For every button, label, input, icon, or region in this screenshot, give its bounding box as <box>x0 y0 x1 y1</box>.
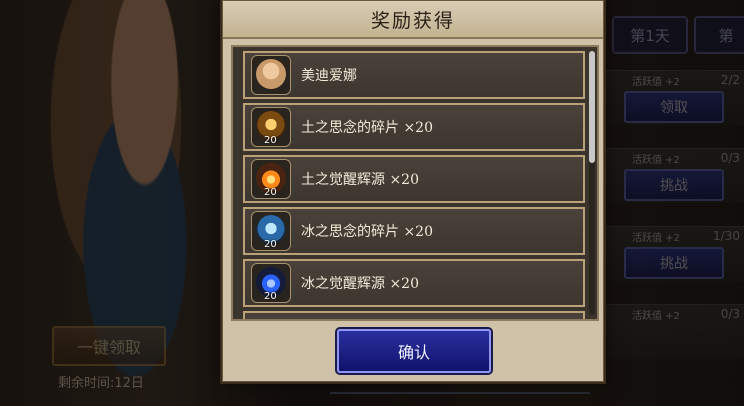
earth-flame-icon: 20 <box>251 159 291 199</box>
reward-item: 20 冰之觉醒辉源 ×20 <box>243 259 585 307</box>
reward-item: 20 土之思念的碎片 ×20 <box>243 103 585 151</box>
reward-item: 20 冰之思念的碎片 ×20 <box>243 207 585 255</box>
dialog-title: 奖励获得 <box>370 9 455 32</box>
list-scrollbar[interactable] <box>589 51 595 315</box>
reward-list[interactable]: 美迪爱娜 20 土之思念的碎片 ×20 20 土之觉醒辉源 ×20 20 冰之思… <box>231 45 599 321</box>
confirm-button[interactable]: 确认 <box>337 329 491 373</box>
reward-name: 土之觉醒辉源 ×20 <box>301 172 419 188</box>
item-quantity: 20 <box>264 135 277 146</box>
reward-name: 土之思念的碎片 ×20 <box>301 120 433 136</box>
reward-item <box>243 311 585 319</box>
dialog-header: 奖励获得 <box>223 1 603 39</box>
ice-flame-icon: 20 <box>251 263 291 303</box>
reward-name: 美迪爱娜 <box>301 68 357 84</box>
ice-shard-icon: 20 <box>251 211 291 251</box>
scrollbar-thumb[interactable] <box>589 51 595 163</box>
item-quantity: 20 <box>264 239 277 250</box>
reward-name: 冰之觉醒辉源 ×20 <box>301 276 419 292</box>
reward-item: 美迪爱娜 <box>243 51 585 99</box>
item-quantity: 20 <box>264 291 277 302</box>
earth-shard-icon: 20 <box>251 107 291 147</box>
reward-dialog: 奖励获得 美迪爱娜 20 土之思念的碎片 ×20 20 土之觉醒辉源 ×20 2… <box>222 0 604 382</box>
character-portrait-icon <box>251 55 291 95</box>
item-quantity: 20 <box>264 187 277 198</box>
reward-item: 20 土之觉醒辉源 ×20 <box>243 155 585 203</box>
reward-name: 冰之思念的碎片 ×20 <box>301 224 433 240</box>
